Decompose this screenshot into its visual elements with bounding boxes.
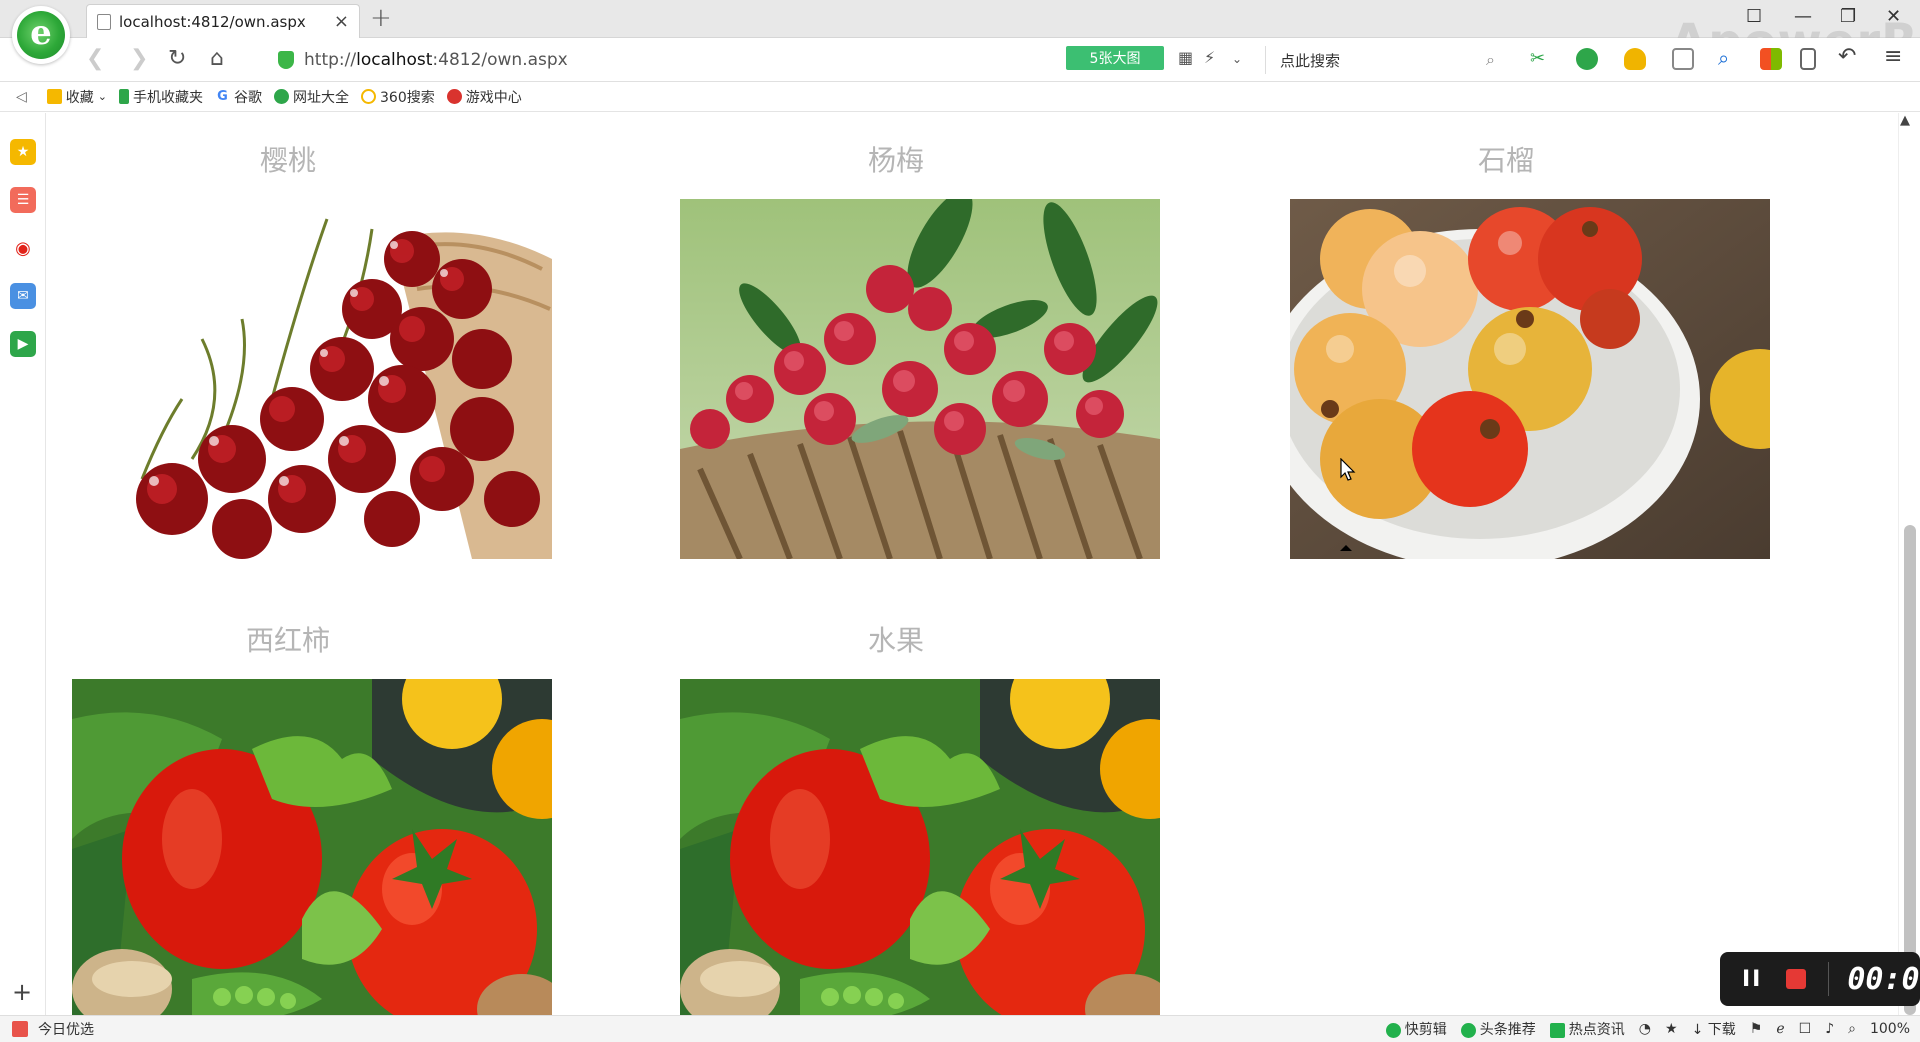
gift-icon bbox=[12, 1021, 28, 1037]
flag-icon[interactable]: ⚑ bbox=[1750, 1021, 1763, 1037]
search-placeholder: 点此搜索 bbox=[1280, 51, 1341, 70]
bookmark-sites[interactable]: 网址大全 bbox=[274, 87, 349, 107]
fruit-title: 杨梅 bbox=[867, 144, 924, 177]
bookmarks-bar: ◁ 收藏 ⌄ 手机收藏夹 G 谷歌 网址大全 360搜索 游戏中心 bbox=[0, 82, 1920, 112]
fruit-title: 水果 bbox=[867, 624, 924, 657]
browser-logo-icon[interactable]: e bbox=[12, 6, 70, 64]
today-picks[interactable]: 今日优选 bbox=[0, 1019, 94, 1039]
phone-icon bbox=[119, 89, 129, 104]
url-host: localhost bbox=[356, 50, 433, 70]
home-button[interactable]: ⌂ bbox=[210, 46, 224, 71]
mouse-cursor-icon bbox=[1340, 458, 1356, 481]
tablet-icon[interactable] bbox=[1800, 48, 1816, 70]
play-icon bbox=[1460, 1022, 1476, 1038]
lightning-icon[interactable]: ⚡ bbox=[1204, 48, 1215, 67]
tab-title: localhost:4812/own.aspx bbox=[119, 12, 306, 31]
window-icon[interactable]: ☐ bbox=[1799, 1021, 1812, 1037]
qr-icon[interactable]: ▦ bbox=[1178, 48, 1193, 67]
zoom-icon[interactable]: ⌕ bbox=[1848, 1021, 1856, 1037]
status-quick-edit[interactable]: 快剪辑 bbox=[1385, 1019, 1447, 1039]
zoom-level[interactable]: 100% bbox=[1870, 1021, 1910, 1037]
bookmark-games[interactable]: 游戏中心 bbox=[446, 87, 522, 107]
weibo-icon[interactable]: ◉ bbox=[10, 235, 36, 261]
vegetables-image bbox=[680, 679, 1160, 1015]
url-prefix: http:// bbox=[304, 50, 357, 70]
favorites-star-icon[interactable]: ★ bbox=[10, 139, 36, 165]
minimize-button[interactable]: — bbox=[1794, 6, 1812, 27]
windows-icon[interactable] bbox=[1760, 48, 1782, 70]
stop-recording-button[interactable] bbox=[1786, 969, 1807, 989]
forward-button[interactable]: ❯ bbox=[130, 46, 148, 71]
status-headline[interactable]: 头条推荐 bbox=[1460, 1019, 1536, 1039]
fruit-title: 石榴 bbox=[1477, 144, 1534, 177]
mail-icon[interactable]: ✉ bbox=[10, 283, 36, 309]
scissors-icon[interactable]: ✂ bbox=[1530, 48, 1552, 70]
scrollbar-thumb[interactable] bbox=[1904, 525, 1916, 1015]
game-icon bbox=[446, 89, 462, 104]
search-input[interactable]: 点此搜索 ⌕ bbox=[1265, 46, 1495, 74]
bookmark-favorites[interactable]: 收藏 ⌄ bbox=[46, 87, 107, 107]
restore-button[interactable]: ❐ bbox=[1840, 6, 1856, 27]
search-icon[interactable]: ⌕ bbox=[1486, 50, 1495, 70]
skin-icon[interactable]: ☐ bbox=[1746, 6, 1762, 27]
sidebar-add-icon[interactable]: + bbox=[12, 978, 32, 1006]
reader-icon[interactable]: ☰ bbox=[10, 187, 36, 213]
tab-active[interactable]: localhost:4812/own.aspx × bbox=[86, 4, 360, 38]
url-path: :4812/own.aspx bbox=[432, 50, 568, 70]
status-download[interactable]: ↓ 下载 bbox=[1692, 1019, 1736, 1039]
magnifier-icon[interactable]: ⌕ bbox=[1718, 46, 1740, 70]
news-icon bbox=[1549, 1022, 1565, 1038]
pause-recording-button[interactable]: II bbox=[1742, 967, 1762, 992]
status-hot-news[interactable]: 热点资讯 bbox=[1549, 1019, 1625, 1039]
close-window-button[interactable]: ✕ bbox=[1886, 6, 1901, 27]
collapse-sidebar-icon[interactable]: ◁ bbox=[16, 89, 27, 105]
back-button[interactable]: ❮ bbox=[86, 46, 104, 71]
big-image-button[interactable]: 5张大图 bbox=[1066, 46, 1164, 70]
recording-timer: 00:0 bbox=[1847, 961, 1920, 997]
security-shield-icon bbox=[278, 51, 294, 69]
play-icon bbox=[1385, 1022, 1401, 1038]
pin-icon[interactable]: ★ bbox=[1665, 1021, 1678, 1037]
bookmark-mobile[interactable]: 手机收藏夹 bbox=[119, 87, 203, 107]
fruit-title: 西红柿 bbox=[245, 624, 330, 657]
scroll-up-icon[interactable]: ▲ bbox=[1900, 113, 1910, 128]
undo-icon[interactable]: ↶ bbox=[1838, 44, 1860, 69]
speed-icon[interactable]: ◔ bbox=[1639, 1021, 1651, 1037]
new-tab-button[interactable]: + bbox=[370, 3, 392, 33]
star-icon bbox=[46, 89, 62, 104]
tab-close-button[interactable]: × bbox=[334, 11, 349, 32]
bayberries-image bbox=[680, 199, 1160, 559]
url-input[interactable]: http://localhost:4812/own.aspx bbox=[278, 46, 568, 74]
fruit-title: 樱桃 bbox=[259, 144, 316, 177]
search360-icon bbox=[361, 89, 376, 104]
bookmark-google[interactable]: G 谷歌 bbox=[215, 87, 262, 107]
translate-icon[interactable] bbox=[1576, 48, 1598, 70]
pomegranates-image bbox=[1290, 199, 1770, 559]
dropdown-icon[interactable]: ⌄ bbox=[1232, 52, 1242, 66]
menu-icon[interactable]: ≡ bbox=[1884, 44, 1906, 69]
volume-icon[interactable]: ♪ bbox=[1825, 1021, 1834, 1037]
video-icon[interactable]: ▶ bbox=[10, 331, 36, 357]
cherries-image bbox=[72, 199, 552, 559]
recorder-divider bbox=[1828, 962, 1830, 996]
vegetables-image bbox=[72, 679, 552, 1015]
shield-icon[interactable] bbox=[1624, 48, 1646, 70]
status-bar: 今日优选 快剪辑 头条推荐 热点资讯 ◔ ★ ↓ 下载 ⚑ ℯ ☐ ♪ ⌕ 10… bbox=[0, 1015, 1920, 1042]
screenshot-icon[interactable] bbox=[1672, 48, 1694, 70]
page-content: 樱桃 杨梅 石榴 西红柿 水果 bbox=[48, 113, 1896, 1015]
reload-button[interactable]: ↻ bbox=[168, 46, 186, 71]
globe-icon bbox=[274, 89, 289, 104]
screen-recorder-panel: II 00:0 bbox=[1720, 952, 1920, 1006]
page-icon bbox=[97, 13, 111, 30]
ie-icon[interactable]: ℯ bbox=[1776, 1021, 1784, 1037]
bookmark-360search[interactable]: 360搜索 bbox=[361, 87, 435, 107]
google-icon: G bbox=[215, 89, 230, 104]
